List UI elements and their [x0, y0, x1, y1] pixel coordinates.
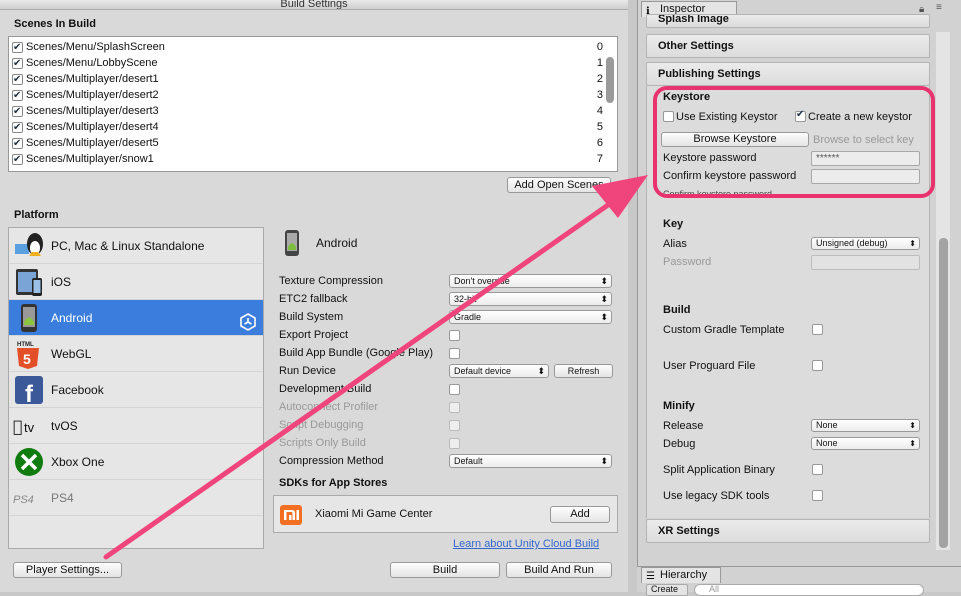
annotation-arrow: [103, 175, 648, 560]
annotation-arrow-line: [103, 202, 611, 560]
